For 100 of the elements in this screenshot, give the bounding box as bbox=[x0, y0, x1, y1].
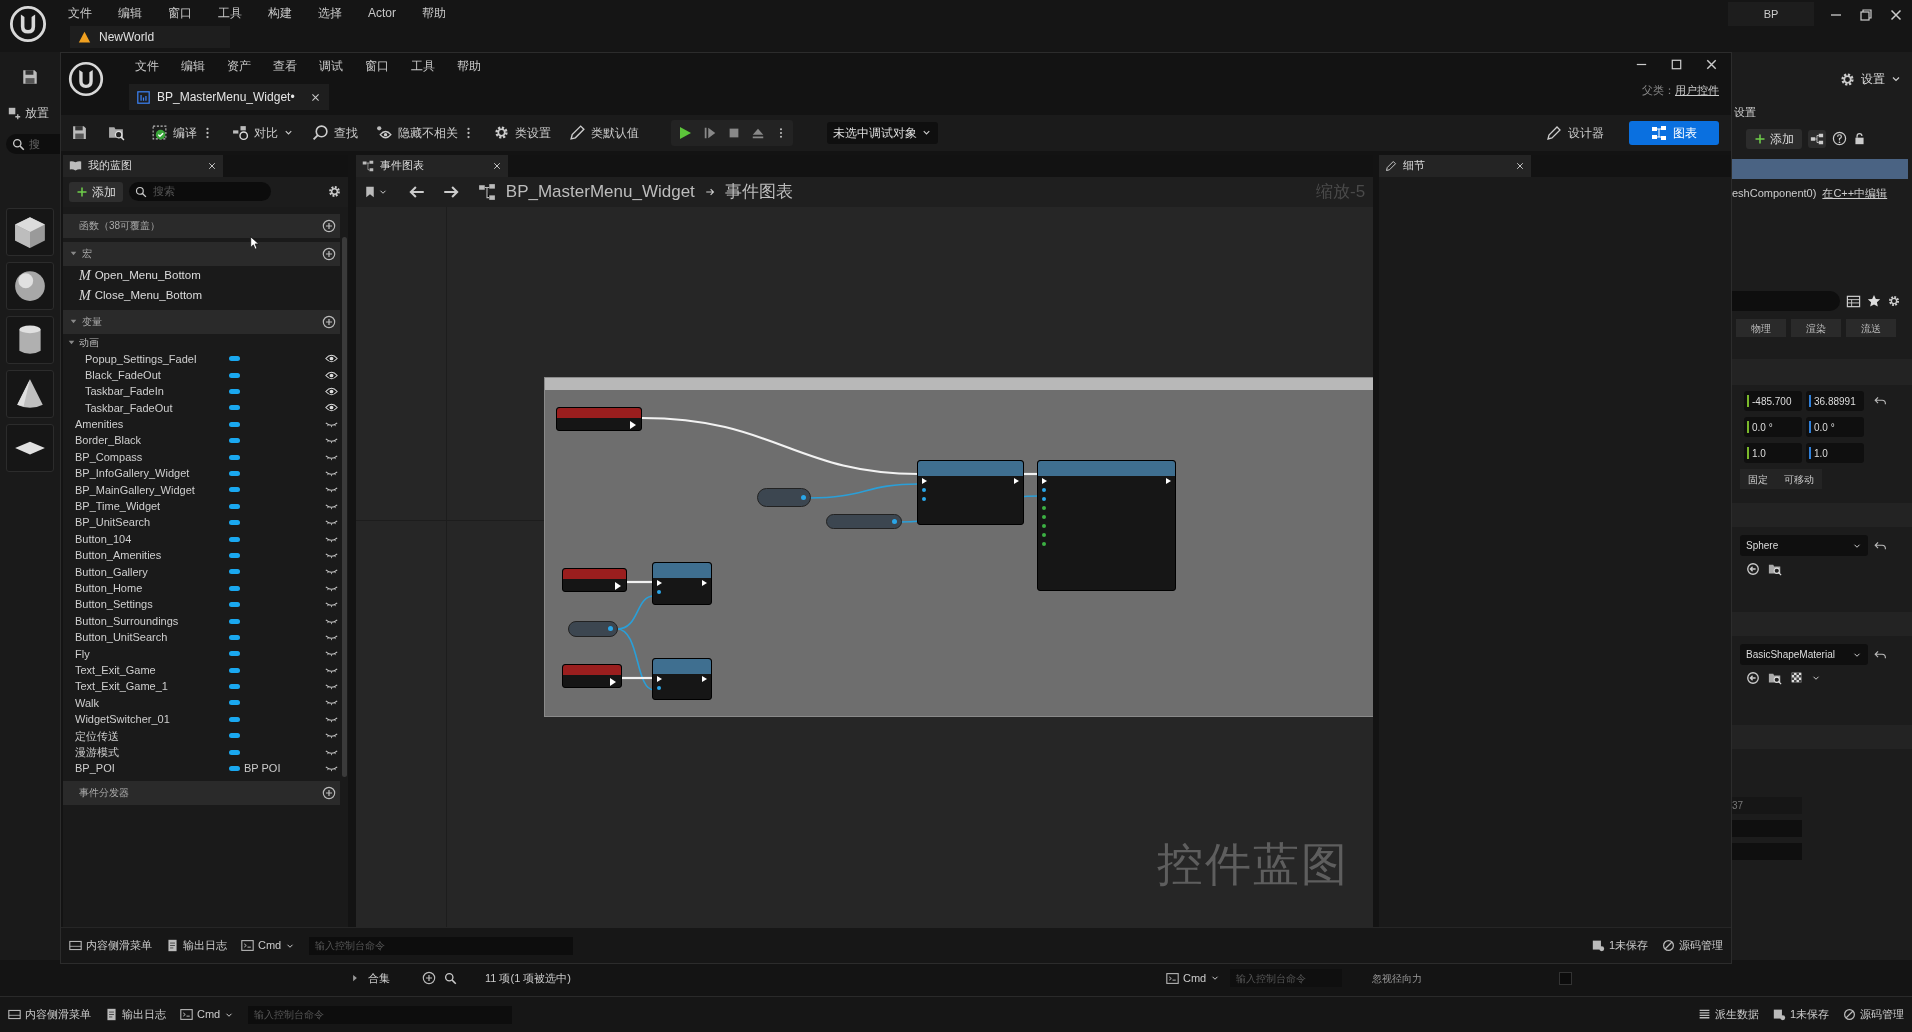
menu-item[interactable]: 编辑 bbox=[181, 57, 205, 75]
bookmark-button[interactable] bbox=[363, 185, 388, 198]
maximize-button[interactable] bbox=[1669, 57, 1684, 72]
step-button[interactable] bbox=[703, 125, 717, 140]
engine-logo-icon[interactable] bbox=[9, 5, 47, 43]
add-icon[interactable] bbox=[321, 785, 336, 800]
number-field[interactable]: 36.88991 bbox=[1806, 391, 1864, 411]
menu-item[interactable]: Actor bbox=[368, 4, 396, 22]
source-control-button[interactable]: 源码管理 bbox=[1843, 1006, 1904, 1023]
menu-item[interactable]: 资产 bbox=[227, 57, 251, 75]
variable-node[interactable] bbox=[756, 487, 811, 507]
menu-item[interactable]: 查看 bbox=[273, 57, 297, 75]
lock-icon[interactable] bbox=[1853, 132, 1866, 145]
cmd-dropdown[interactable]: Cmd bbox=[180, 1006, 235, 1023]
derived-data-button[interactable]: 派生数据 bbox=[1697, 1006, 1759, 1023]
add-icon[interactable] bbox=[321, 314, 336, 329]
checkbox[interactable] bbox=[1559, 971, 1573, 985]
console-input[interactable]: 输入控制台命令 bbox=[248, 1005, 513, 1024]
mode-button[interactable]: 图表 bbox=[1629, 120, 1719, 145]
close-icon[interactable] bbox=[1515, 160, 1526, 171]
number-field[interactable]: 0.0 ° bbox=[1806, 417, 1864, 437]
filter-tab[interactable]: 流送 bbox=[1846, 319, 1896, 337]
browse-icon[interactable] bbox=[1768, 671, 1782, 685]
breadcrumb-item[interactable]: BP_MasterMenu_Widget bbox=[505, 178, 695, 205]
variable-item[interactable]: 漫游模式 bbox=[63, 743, 340, 761]
panel-tab[interactable]: 细节 bbox=[1379, 154, 1532, 177]
variable-item[interactable]: Button_UnitSearch bbox=[63, 629, 340, 646]
section-header[interactable]: 变量 bbox=[63, 309, 340, 334]
variable-item[interactable]: Border_Black bbox=[63, 432, 340, 449]
content-drawer-button[interactable]: 内容侧滑菜单 bbox=[8, 1006, 91, 1023]
function-node[interactable] bbox=[651, 657, 712, 700]
panel-tab[interactable]: 我的蓝图 bbox=[63, 154, 223, 177]
console-input[interactable]: 输入控制台命令 bbox=[309, 936, 574, 955]
use-asset-icon[interactable] bbox=[1746, 671, 1760, 685]
level-tab[interactable]: NewWorld bbox=[70, 26, 230, 48]
event-node[interactable] bbox=[555, 406, 642, 431]
hierarchy-icon[interactable] bbox=[1808, 129, 1826, 148]
text-field[interactable] bbox=[1732, 843, 1802, 860]
add-icon[interactable] bbox=[321, 246, 336, 261]
play-button[interactable] bbox=[677, 124, 693, 141]
variable-item[interactable]: Amenities bbox=[63, 416, 340, 433]
browse-icon[interactable] bbox=[1768, 562, 1782, 576]
toolbar-button[interactable]: 查找 bbox=[312, 123, 358, 142]
variable-item[interactable]: Button_Settings bbox=[63, 596, 340, 613]
variable-item[interactable]: BP_InfoGallery_Widget bbox=[63, 465, 340, 482]
output-log-button[interactable]: 输出日志 bbox=[105, 1006, 166, 1023]
menu-item[interactable]: 文件 bbox=[68, 4, 92, 22]
macro-item[interactable]: M Close_Menu_Bottom bbox=[63, 285, 340, 306]
variable-item[interactable]: Button_Gallery bbox=[63, 563, 340, 581]
shape-tile[interactable] bbox=[6, 262, 54, 310]
macro-item[interactable]: M Open_Menu_Bottom bbox=[63, 265, 340, 286]
scrollbar[interactable] bbox=[341, 236, 347, 777]
cmd-dropdown[interactable]: Cmd bbox=[1166, 969, 1221, 987]
add-button[interactable]: 添加 bbox=[1746, 128, 1802, 149]
menu-item[interactable]: 调试 bbox=[319, 57, 343, 75]
checker-icon[interactable] bbox=[1790, 671, 1803, 684]
toolbar-button[interactable]: 编译 bbox=[151, 123, 197, 142]
variable-node[interactable] bbox=[825, 513, 902, 529]
section-header[interactable]: 事件分发器 bbox=[63, 780, 340, 805]
toolbar-button[interactable]: 类默认值 bbox=[569, 123, 639, 142]
table-icon[interactable] bbox=[1846, 293, 1861, 309]
variable-item[interactable]: Popup_Settings_FadeI bbox=[63, 350, 340, 367]
close-button[interactable] bbox=[1888, 7, 1904, 23]
mobility-option[interactable]: 固定 bbox=[1740, 469, 1776, 489]
shape-tile[interactable] bbox=[6, 424, 54, 472]
asset-dropdown[interactable]: Sphere bbox=[1740, 535, 1868, 556]
shape-tile[interactable] bbox=[6, 370, 54, 418]
variable-item[interactable]: Button_104 bbox=[63, 530, 340, 548]
variable-item[interactable]: Text_Exit_Game bbox=[63, 662, 340, 679]
menu-item[interactable]: 编辑 bbox=[118, 4, 142, 22]
star-icon[interactable] bbox=[1867, 294, 1881, 308]
function-node[interactable] bbox=[916, 459, 1024, 525]
source-control-button[interactable]: 源码管理 bbox=[1662, 937, 1723, 954]
close-icon[interactable] bbox=[207, 160, 217, 171]
selected-component-row[interactable] bbox=[1732, 158, 1908, 179]
document-tab[interactable]: BP_MasterMenu_Widget• bbox=[129, 84, 329, 110]
number-field[interactable]: 0.0 ° bbox=[1744, 417, 1802, 437]
add-icon[interactable] bbox=[321, 218, 336, 233]
edit-in-code-link[interactable]: 在C++中编辑 bbox=[1822, 184, 1888, 201]
variable-item[interactable]: Taskbar_FadeIn bbox=[63, 383, 340, 400]
debug-object-dropdown[interactable]: 未选中调试对象 bbox=[827, 121, 938, 144]
close-icon[interactable] bbox=[491, 160, 502, 171]
menu-item[interactable]: 帮助 bbox=[422, 4, 446, 22]
close-button[interactable] bbox=[1704, 57, 1719, 72]
breadcrumb-item[interactable]: 事件图表 bbox=[724, 178, 793, 205]
text-field[interactable] bbox=[1732, 820, 1802, 837]
variable-item[interactable]: BP_UnitSearch bbox=[63, 514, 340, 531]
search-icon[interactable] bbox=[444, 971, 457, 985]
variable-item[interactable]: Button_Home bbox=[63, 580, 340, 597]
filter-tab[interactable]: 渲染 bbox=[1791, 319, 1841, 337]
shape-tile[interactable] bbox=[6, 316, 54, 364]
unsaved-button[interactable]: 1未保存 bbox=[1772, 1006, 1829, 1023]
function-node[interactable] bbox=[651, 561, 712, 605]
settings-icon[interactable] bbox=[1887, 294, 1901, 308]
event-node[interactable] bbox=[561, 567, 627, 592]
search-field[interactable] bbox=[1732, 291, 1840, 311]
restore-button[interactable] bbox=[1858, 7, 1874, 23]
menu-item[interactable]: 窗口 bbox=[168, 4, 192, 22]
parent-class-link[interactable]: 用户控件 bbox=[1675, 82, 1719, 99]
shape-tile[interactable] bbox=[6, 208, 54, 256]
